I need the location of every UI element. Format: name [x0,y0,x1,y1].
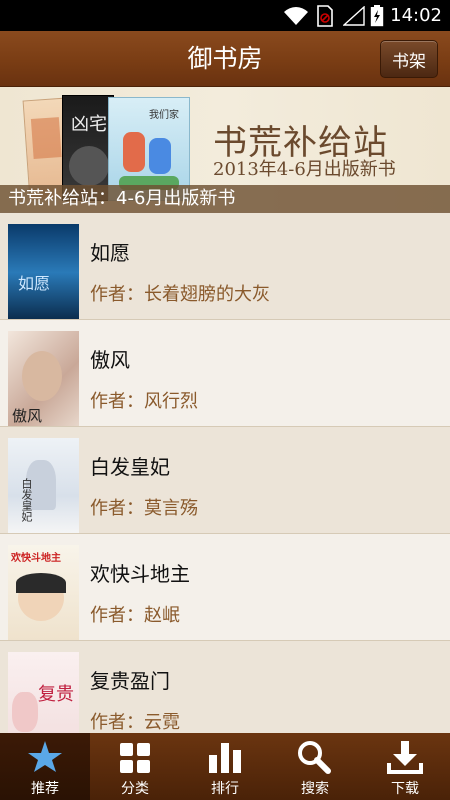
signal-icon [343,0,365,31]
book-author: 作者：云霓 [90,712,180,733]
book-row[interactable]: 复贵 复贵盈门 作者：云霓 [0,641,450,733]
bottom-nav: 推荐 分类 排行 搜索 下载 [0,733,450,800]
book-title: 欢快斗地主 [90,562,190,586]
book-row[interactable]: 白发皇妃 白发皇妃 作者：莫言殇 [0,427,450,535]
nav-label: 分类 [121,781,149,797]
grid-icon [90,739,180,775]
book-title: 傲风 [90,348,130,372]
nav-label: 排行 [211,781,239,797]
status-time: 14:02 [390,5,442,26]
nav-tab-search[interactable]: 搜索 [270,733,360,800]
app-header: 御书房 书架 [0,31,450,87]
battery-icon [370,0,384,31]
book-list: 如愿 如愿 作者：长着翅膀的大灰 傲风 傲风 作者：风行烈 白发皇妃 白发皇妃 … [0,213,450,733]
book-cover: 欢快斗地主 [8,545,79,642]
book-author: 作者：风行烈 [90,391,198,412]
book-author: 作者：长着翅膀的大灰 [90,284,270,305]
book-title: 复贵盈门 [90,669,170,693]
book-author: 作者：莫言殇 [90,498,198,519]
banner-subline: 2013年4-6月出版新书 [213,159,396,180]
nav-label: 下载 [391,781,419,797]
star-icon [0,739,90,775]
book-row[interactable]: 如愿 如愿 作者：长着翅膀的大灰 [0,213,450,321]
bookshelf-button[interactable]: 书架 [380,40,438,78]
book-cover: 复贵 [8,652,79,733]
nav-tab-ranking[interactable]: 排行 [180,733,270,800]
book-cover: 傲风 [8,331,79,428]
nav-tab-category[interactable]: 分类 [90,733,180,800]
wifi-icon [283,0,309,31]
book-cover: 如愿 [8,224,79,321]
book-title: 白发皇妃 [90,455,170,479]
download-icon [360,739,450,775]
book-author: 作者：赵岷 [90,605,180,626]
nav-tab-download[interactable]: 下载 [360,733,450,800]
search-icon [270,739,360,775]
bar-chart-icon [180,739,270,775]
book-title: 如愿 [90,241,130,265]
nav-label: 搜索 [301,781,329,797]
book-row[interactable]: 傲风 傲风 作者：风行烈 [0,320,450,428]
status-bar: 14:02 [0,0,450,31]
no-sim-icon [316,0,334,31]
banner-caption[interactable]: 书荒补给站：4-6月出版新书 [0,185,450,213]
book-cover: 白发皇妃 [8,438,79,535]
book-row[interactable]: 欢快斗地主 欢快斗地主 作者：赵岷 [0,534,450,642]
nav-label: 推荐 [31,781,59,797]
nav-tab-recommend[interactable]: 推荐 [0,733,90,800]
